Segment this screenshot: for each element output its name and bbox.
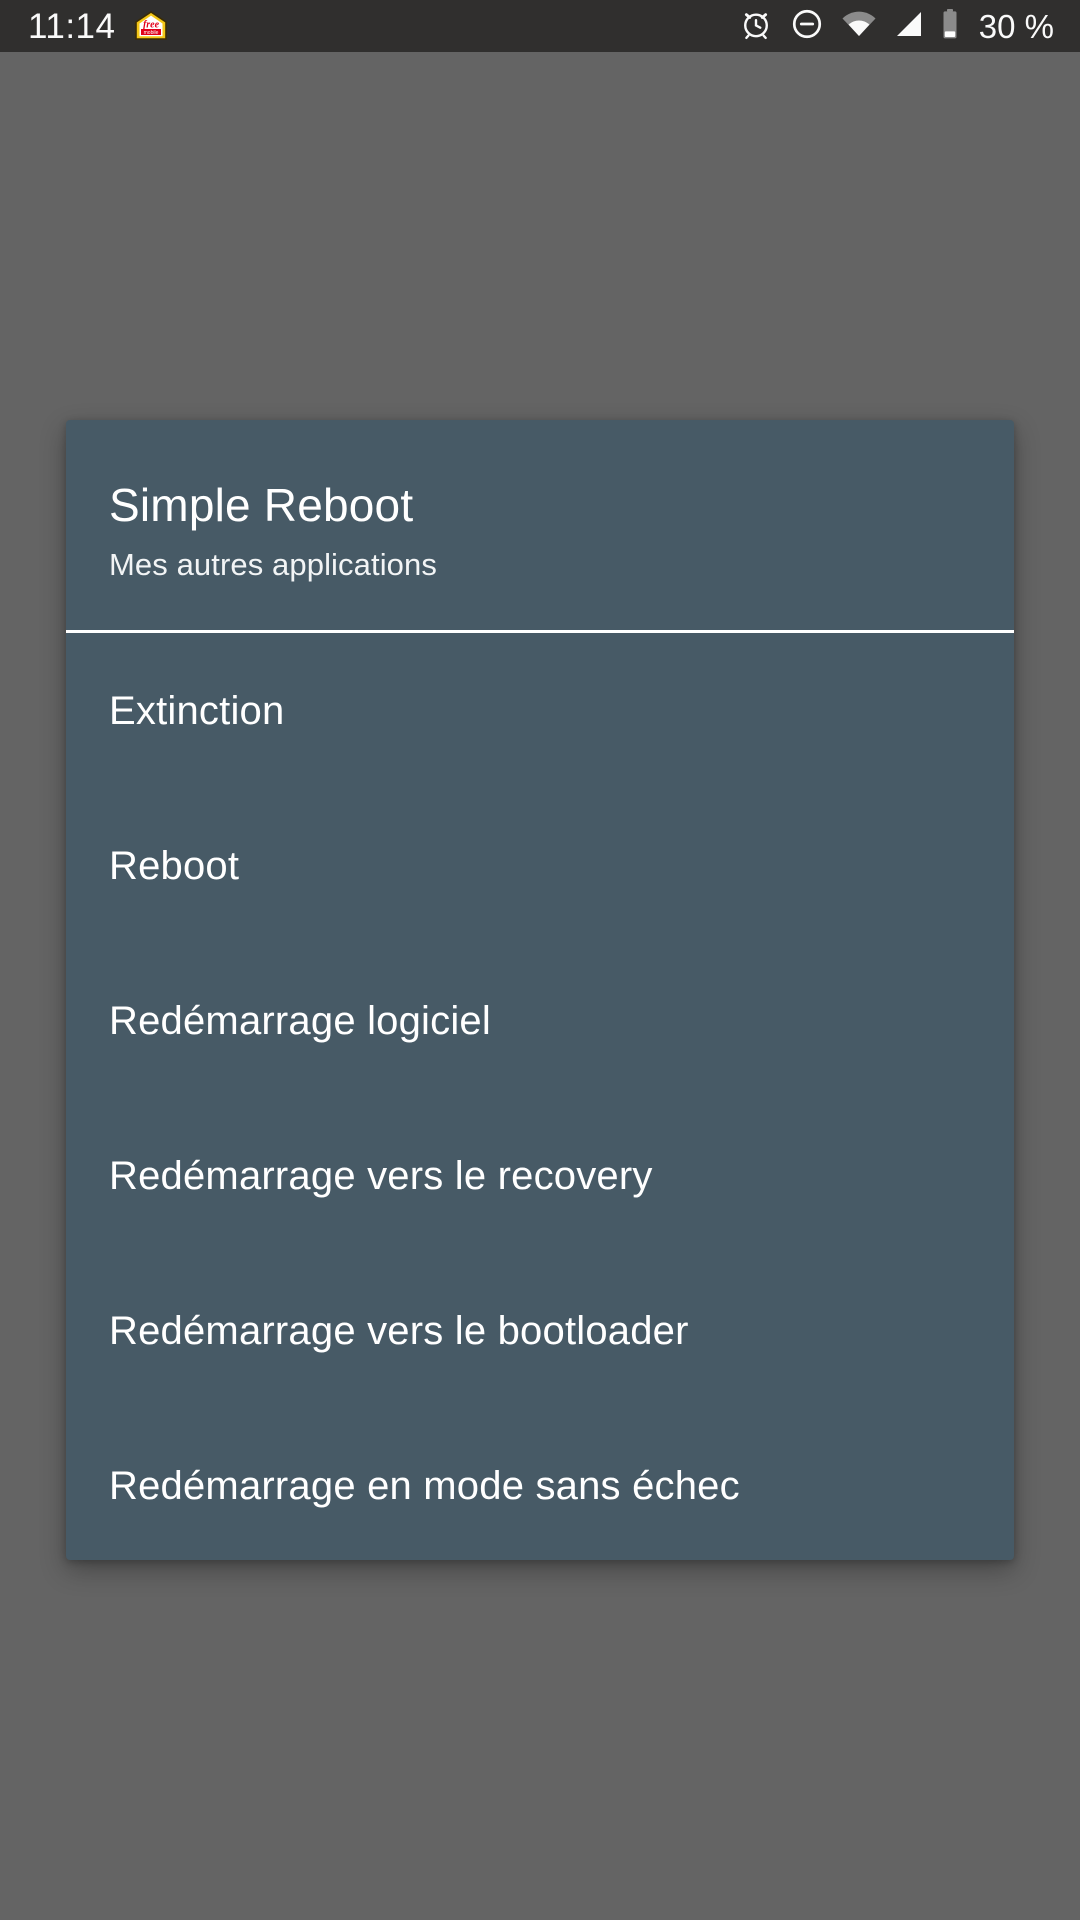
- menu-item-label: Redémarrage en mode sans échec: [109, 1463, 740, 1508]
- menu-item-reboot-bootloader[interactable]: Redémarrage vers le bootloader: [66, 1253, 1014, 1408]
- menu-item-label: Reboot: [109, 843, 240, 888]
- status-bar-left: 11:14 free mobile: [28, 9, 168, 44]
- menu-item-label: Redémarrage logiciel: [109, 998, 491, 1043]
- alarm-icon: [739, 7, 773, 46]
- dialog-title: Simple Reboot: [109, 479, 414, 531]
- do-not-disturb-icon: [790, 7, 824, 46]
- wifi-icon: [841, 10, 877, 43]
- status-bar-right: 30 %: [739, 7, 1054, 46]
- free-mobile-logo-icon: free mobile: [134, 11, 168, 41]
- menu-item-label: Redémarrage vers le bootloader: [109, 1308, 689, 1353]
- menu-item-label: Redémarrage vers le recovery: [109, 1153, 653, 1198]
- simple-reboot-dialog: Simple Reboot Mes autres applications Ex…: [66, 420, 1014, 1560]
- reboot-options-list: Extinction Reboot Redémarrage logiciel R…: [66, 633, 1014, 1560]
- status-clock: 11:14: [28, 6, 116, 46]
- dialog-subtitle-other-apps[interactable]: Mes autres applications: [109, 546, 437, 583]
- menu-item-reboot-safe-mode[interactable]: Redémarrage en mode sans échec: [66, 1408, 1014, 1560]
- menu-item-label: Extinction: [109, 688, 285, 733]
- menu-item-reboot-recovery[interactable]: Redémarrage vers le recovery: [66, 1098, 1014, 1253]
- menu-item-shutdown[interactable]: Extinction: [66, 633, 1014, 788]
- status-bar: 11:14 free mobile 30 %: [0, 0, 1080, 52]
- menu-item-soft-reboot[interactable]: Redémarrage logiciel: [66, 943, 1014, 1098]
- battery-icon: [941, 8, 959, 45]
- cellular-signal-icon: [894, 10, 924, 43]
- menu-item-reboot[interactable]: Reboot: [66, 788, 1014, 943]
- svg-text:mobile: mobile: [143, 30, 158, 36]
- battery-percent-label: 30 %: [978, 7, 1054, 45]
- dialog-header: Simple Reboot Mes autres applications: [66, 420, 1014, 630]
